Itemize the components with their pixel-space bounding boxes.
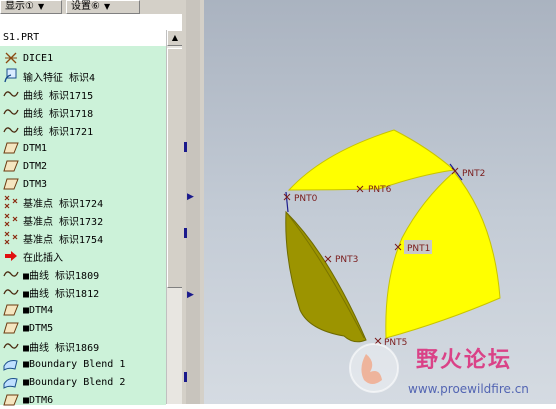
pnt2-label: PNT2 (462, 169, 485, 179)
display-menu-button[interactable]: 显示① ▼ (0, 0, 62, 14)
tree-item-label: ■曲线 标识1869 (23, 342, 100, 354)
datum-point-icon (2, 212, 20, 228)
datum-point-icon (2, 194, 20, 210)
splitter-marker (184, 372, 187, 382)
tree-item-label: 曲线 标识1721 (23, 126, 94, 138)
splitter-marker (184, 142, 187, 152)
splitter-marker (184, 228, 187, 238)
tree-scrollbar[interactable]: ▲ (166, 30, 183, 404)
tree-item-label: ■Boundary Blend 1 (23, 358, 126, 370)
boundary-blend-icon (2, 356, 20, 372)
tree-item-label: DTM3 (23, 178, 48, 190)
curve-icon (2, 122, 20, 138)
tree-root[interactable]: S1.PRT (0, 30, 166, 46)
tree-item-dtm2[interactable]: DTM2 (2, 157, 166, 175)
tree-item-datum-point-1724[interactable]: 基准点 标识1724 (2, 193, 166, 211)
tree-item-label: ■DTM5 (23, 322, 54, 334)
tree-item-dtm6[interactable]: ■DTM6 (2, 391, 166, 409)
datum-plane-icon (2, 392, 20, 408)
tree-item-insert-here[interactable]: 在此插入 (2, 247, 166, 265)
tree-item-curve-1869[interactable]: ■曲线 标识1869 (2, 337, 166, 355)
tree-item-boundary-blend-2[interactable]: ■Boundary Blend 2 (2, 373, 166, 391)
settings-menu-button[interactable]: 设置⑥ ▼ (66, 0, 140, 14)
watermark-title: 野火论坛 (416, 348, 513, 373)
tree-item-label: 曲线 标识1718 (23, 108, 94, 120)
pnt3-marker[interactable] (324, 255, 332, 263)
tree-item-label: DTM1 (23, 142, 48, 154)
pnt6-label: PNT6 (368, 185, 392, 195)
collapse-arrow-icon[interactable]: ▶ (187, 290, 194, 300)
tree-item-curve-1721[interactable]: 曲线 标识1721 (2, 121, 166, 139)
tree-item-curve-1809[interactable]: ■曲线 标识1809 (2, 265, 166, 283)
splitter-track (186, 0, 200, 404)
settings-menu-label: 设置⑥ (71, 1, 100, 12)
tree-item-label: 基准点 标识1724 (23, 198, 104, 210)
tree-item-datum-point-1754[interactable]: 基准点 标识1754 (2, 229, 166, 247)
scroll-thumb[interactable] (167, 48, 183, 288)
tree-item-label: 在此插入 (23, 252, 63, 264)
pnt0-label: PNT0 (294, 194, 318, 204)
curve-icon (2, 338, 20, 354)
panel-splitter[interactable]: ▶ ▶ (182, 0, 204, 404)
datum-point-icon (2, 230, 20, 246)
datum-plane-icon (2, 158, 20, 174)
tree-item-label: ■DTM4 (23, 304, 54, 316)
tree-item-label: 基准点 标识1754 (23, 234, 104, 246)
right-surface[interactable] (385, 171, 501, 339)
model-tree-panel: 显示① ▼ 设置⑥ ▼ S1.PRT DICE1 输入特征 标识4 曲线 标识171… (0, 0, 186, 406)
watermark-logo-icon (349, 343, 399, 393)
tree-item-curve-1812[interactable]: ■曲线 标识1812 (2, 283, 166, 301)
curve-icon (2, 86, 20, 102)
tree-item-label: 输入特征 标识4 (23, 72, 96, 84)
tree-root-label: S1.PRT (3, 32, 40, 43)
tree-item-curve-1718[interactable]: 曲线 标识1718 (2, 103, 166, 121)
tree-item-dice1[interactable]: DICE1 (2, 49, 166, 67)
tree-item-dtm5[interactable]: ■DTM5 (2, 319, 166, 337)
top-surface[interactable] (287, 129, 456, 191)
chevron-down-icon: ▼ (103, 2, 111, 11)
model-tree-toolbar: 显示① ▼ 设置⑥ ▼ (0, 0, 186, 15)
watermark: 野火论坛 www.proewildfire.cn (346, 338, 556, 404)
display-menu-label: 显示① (5, 1, 34, 12)
boundary-blend-icon (2, 374, 20, 390)
dice-icon (2, 50, 20, 66)
curve-icon (2, 284, 20, 300)
scroll-up-button[interactable]: ▲ (167, 30, 183, 46)
import-feature-icon (2, 68, 20, 84)
tree-item-dtm4[interactable]: ■DTM4 (2, 301, 166, 319)
chevron-down-icon: ▼ (37, 2, 45, 11)
datum-plane-icon (2, 176, 20, 192)
tree-item-curve-1715[interactable]: 曲线 标识1715 (2, 85, 166, 103)
graphics-viewport[interactable]: PNT0 PNT1 PNT2 PNT3 PNT5 PNT6 野火论坛 www.p… (204, 0, 556, 404)
curve-icon (2, 266, 20, 282)
tree-item-datum-point-1732[interactable]: 基准点 标识1732 (2, 211, 166, 229)
boundary-curve (285, 191, 289, 213)
tree-item-label: DICE1 (23, 52, 54, 64)
left-shaded-surface[interactable] (285, 210, 367, 343)
tree-item-dtm3[interactable]: DTM3 (2, 175, 166, 193)
tree-item-label: 曲线 标识1715 (23, 90, 94, 102)
tree-item-label: ■Boundary Blend 2 (23, 376, 126, 388)
tree-item-dtm1[interactable]: DTM1 (2, 139, 166, 157)
tree-item-import-feature[interactable]: 输入特征 标识4 (2, 67, 166, 85)
collapse-arrow-icon[interactable]: ▶ (187, 192, 194, 202)
datum-plane-icon (2, 140, 20, 156)
datum-plane-icon (2, 302, 20, 318)
insert-here-icon (2, 248, 20, 264)
pnt3-label: PNT3 (335, 255, 358, 265)
tree-item-boundary-blend-1[interactable]: ■Boundary Blend 1 (2, 355, 166, 373)
watermark-url: www.proewildfire.cn (408, 382, 529, 396)
tree-item-label: ■曲线 标识1812 (23, 288, 100, 300)
pnt1-label: PNT1 (407, 244, 430, 254)
tree-item-label: ■曲线 标识1809 (23, 270, 100, 282)
curve-icon (2, 104, 20, 120)
tree-item-label: DTM2 (23, 160, 48, 172)
datum-plane-icon (2, 320, 20, 336)
tree-item-label: 基准点 标识1732 (23, 216, 104, 228)
